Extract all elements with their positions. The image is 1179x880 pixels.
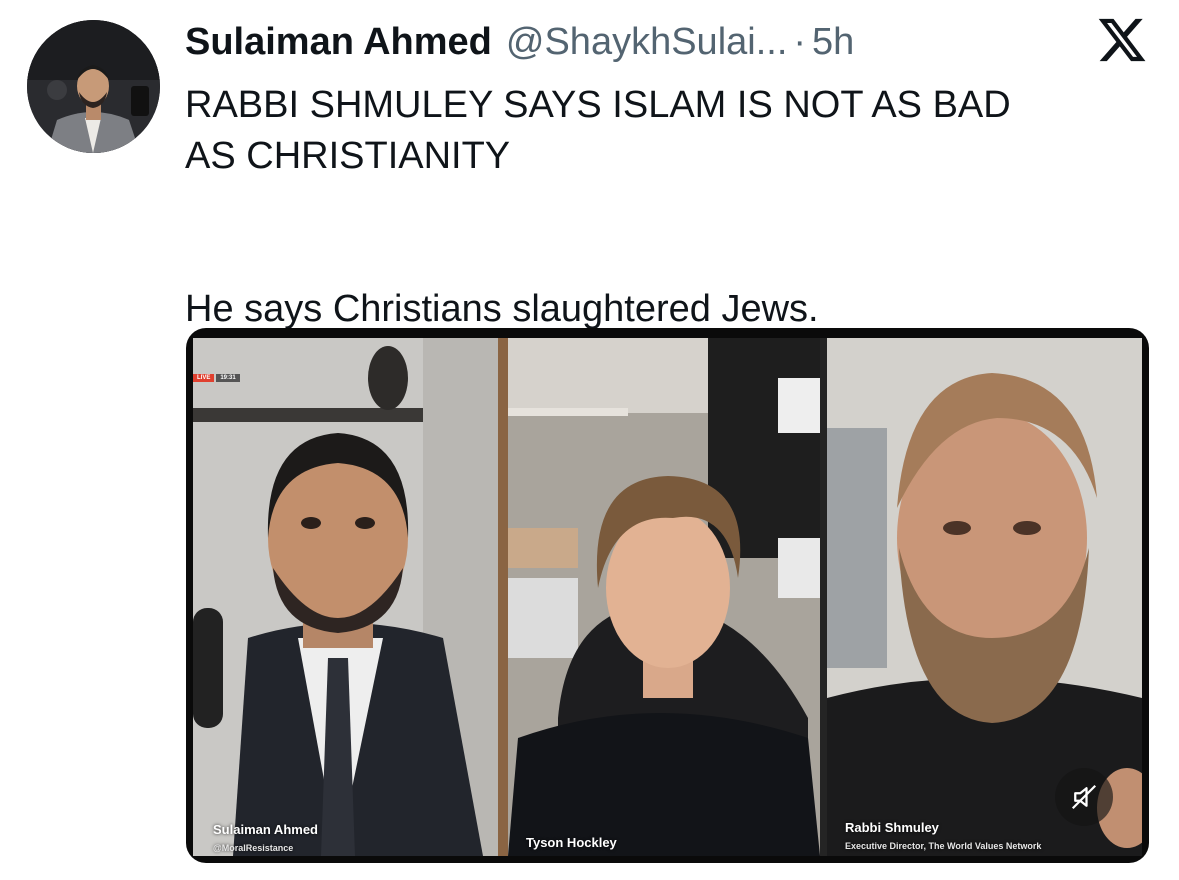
panel-caption: Rabbi Shmuley Executive Director, The Wo… <box>845 820 1041 851</box>
participant-subtitle: Executive Director, The World Values Net… <box>845 841 1042 851</box>
live-label: LIVE <box>193 374 215 382</box>
live-time: 19:31 <box>216 374 240 382</box>
mute-button[interactable] <box>1055 768 1113 826</box>
post-timestamp[interactable]: 5h <box>812 21 854 64</box>
post-text-line: AS CHRISTIANITY <box>185 135 511 177</box>
panel-divider <box>498 338 508 856</box>
post-header: Sulaiman Ahmed @ShaykhSulai... · 5h <box>185 16 854 68</box>
video-panel-left: LIVE 19:31 Sulaiman Ahmed @MoralResistan… <box>193 338 498 856</box>
author-name[interactable]: Sulaiman Ahmed <box>185 21 492 64</box>
post-text-line: RABBI SHMULEY SAYS ISLAM IS NOT AS BAD <box>185 84 1011 126</box>
participant-name: Tyson Hockley <box>526 835 617 850</box>
video-player[interactable]: LIVE 19:31 Sulaiman Ahmed @MoralResistan… <box>186 328 1149 863</box>
panel-caption: Sulaiman Ahmed @MoralResistance <box>213 822 318 853</box>
speaker-video-frame <box>508 338 820 856</box>
video-panel-center: Tyson Hockley <box>508 338 820 856</box>
speaker-video-frame <box>193 338 498 856</box>
live-indicator: LIVE 19:31 <box>193 374 240 382</box>
author-avatar[interactable] <box>27 20 160 153</box>
x-logo-icon[interactable] <box>1096 14 1148 66</box>
separator-dot: · <box>793 20 807 63</box>
panel-caption: Tyson Hockley <box>526 835 617 850</box>
panel-divider <box>820 338 827 856</box>
participant-subtitle: @MoralResistance <box>213 843 294 853</box>
author-handle[interactable]: @ShaykhSulai... <box>506 21 788 64</box>
avatar-image <box>27 20 160 153</box>
post-text: RABBI SHMULEY SAYS ISLAM IS NOT AS BAD A… <box>185 80 1145 335</box>
participant-name: Rabbi Shmuley <box>845 820 939 835</box>
muted-speaker-icon <box>1071 784 1097 810</box>
participant-name: Sulaiman Ahmed <box>213 822 318 837</box>
